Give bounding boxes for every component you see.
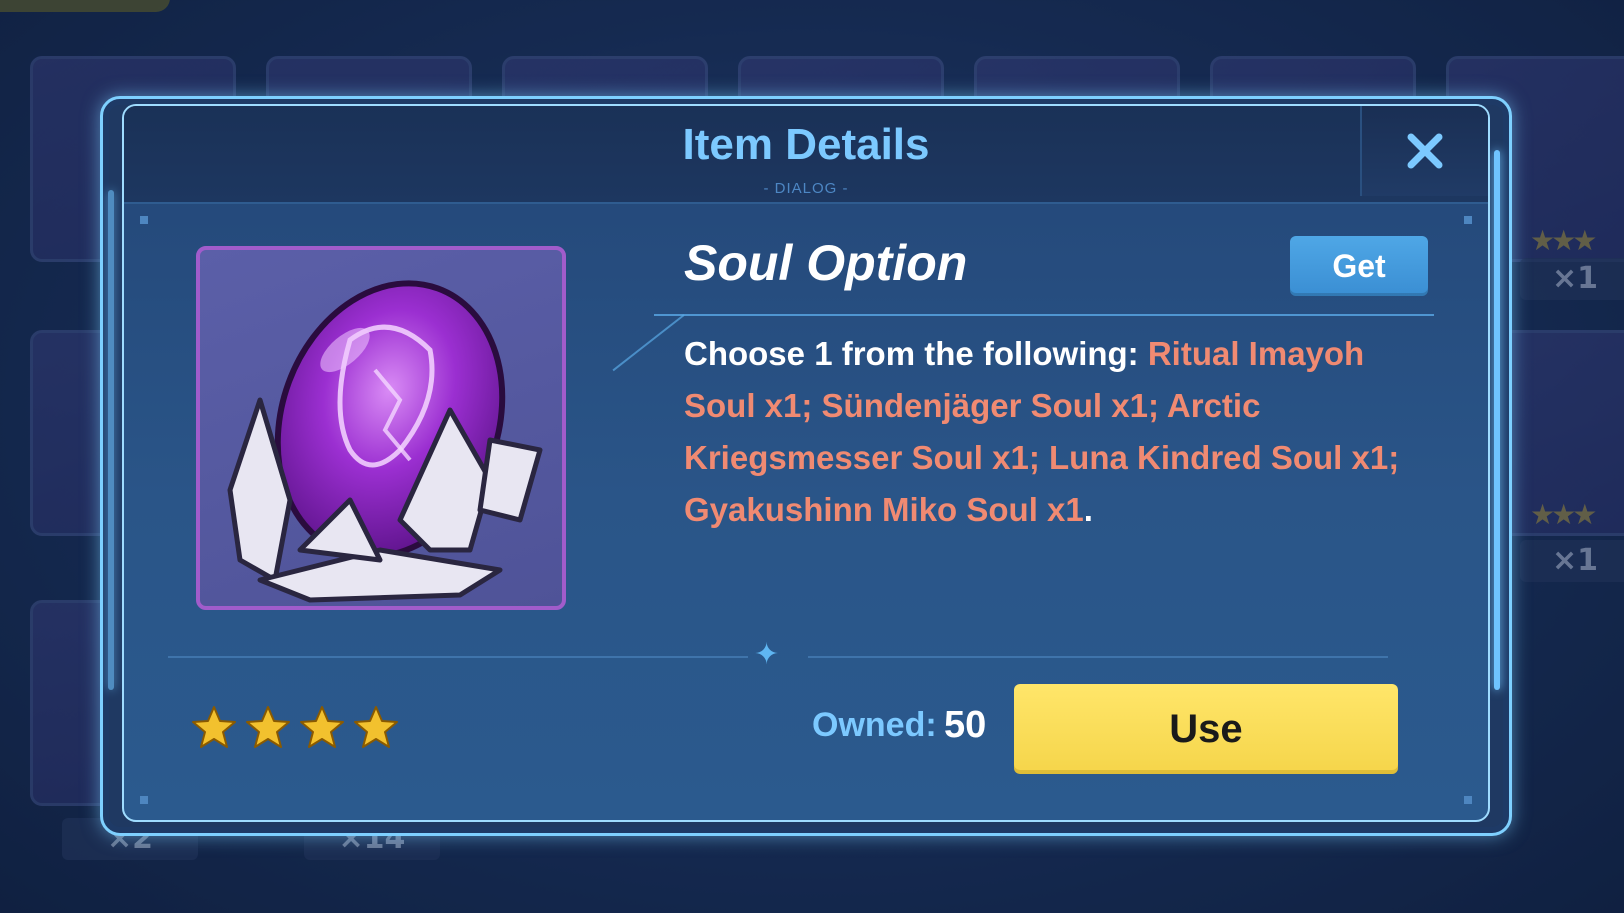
option-sundenjager: Sündenjäger Soul x1 (821, 387, 1148, 424)
owned-count: 50 (944, 704, 987, 746)
footer-divider (168, 656, 748, 658)
purple-soul-crystal-icon (227, 280, 543, 603)
option-separator: ; (1028, 439, 1050, 476)
rarity-stars (190, 704, 400, 752)
option-separator: ; (1388, 439, 1400, 476)
use-button[interactable]: Use (1014, 684, 1398, 774)
sparkle-icon: ✦ (754, 637, 780, 672)
get-button[interactable]: Get (1290, 236, 1428, 296)
star-icon (192, 706, 236, 748)
dialog-side-glow (1494, 150, 1500, 690)
dialog-side-glow (108, 190, 114, 690)
corner-decoration (140, 796, 148, 804)
name-divider (654, 314, 1434, 316)
corner-decoration (1464, 216, 1472, 224)
description-count: 1 (814, 335, 833, 372)
dialog-title: Item Details (682, 120, 930, 169)
description-after-count: from the following: (832, 335, 1148, 372)
option-gyakushinn-miko: Gyakushinn Miko Soul x1 (684, 491, 1084, 528)
star-icon (354, 706, 398, 748)
item-details-dialog: Item Details - DIALOG - Soul Option Get … (122, 104, 1490, 822)
description-intro: Choose (684, 335, 815, 372)
description-end: . (1083, 491, 1093, 528)
name-divider-accent (612, 314, 685, 372)
star-icon (246, 706, 290, 748)
option-luna-kindred: Luna Kindred Soul x1 (1049, 439, 1389, 476)
option-separator: ; (801, 387, 822, 424)
footer-divider (808, 656, 1388, 658)
corner-decoration (1464, 796, 1472, 804)
option-separator: ; (1147, 387, 1167, 424)
owned-label: Owned: (812, 706, 937, 744)
corner-decoration (140, 216, 148, 224)
dialog-header: Item Details - DIALOG - (124, 106, 1488, 204)
close-button[interactable] (1360, 106, 1488, 196)
close-icon (1407, 133, 1443, 169)
item-description: Choose 1 from the following: Ritual Imay… (684, 328, 1404, 536)
star-icon (300, 706, 344, 748)
dialog-subtitle: - DIALOG - (763, 180, 849, 197)
item-image-frame (196, 246, 566, 610)
item-name: Soul Option (684, 235, 968, 291)
